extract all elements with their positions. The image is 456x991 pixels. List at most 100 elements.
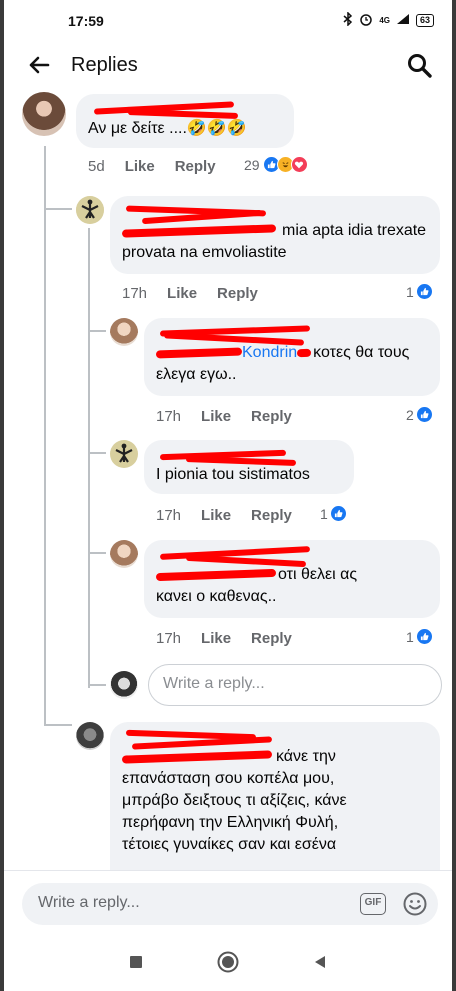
comment-text-line: επανάσταση σου κοπέλα μου,: [122, 770, 335, 787]
reaction-summary[interactable]: 1: [320, 505, 347, 522]
status-icons: 4G 63: [343, 11, 434, 29]
avatar[interactable]: [110, 318, 138, 346]
love-reaction-icon: [290, 156, 308, 173]
mention-redacted[interactable]: [155, 347, 243, 359]
comment-time[interactable]: 5d: [88, 158, 105, 175]
comment-meta: 17h Like Reply: [156, 408, 312, 425]
reaction-summary[interactable]: 1: [406, 628, 433, 645]
like-reaction-icon: [415, 406, 433, 423]
redaction-mark: [127, 109, 239, 119]
comment-text-line: μπράβο δειξτους τι αξίζεις, κάνε: [122, 792, 347, 809]
reply-button[interactable]: Reply: [217, 285, 258, 302]
avatar[interactable]: [110, 540, 138, 568]
reaction-summary[interactable]: 1: [406, 283, 433, 300]
reply-input[interactable]: Write a reply... GIF: [22, 883, 438, 925]
reply-button[interactable]: Reply: [251, 630, 292, 647]
comment-text: I pionia tou sistimatos: [156, 466, 310, 483]
comment-bubble: I pionia tou sistimatos: [144, 440, 354, 494]
comment-meta: 5d Like Reply: [88, 158, 236, 175]
thread-connector: [44, 208, 72, 210]
reaction-count: 1: [406, 628, 414, 645]
mention-redacted[interactable]: [121, 750, 273, 764]
screen: 17:59 4G 63 Replies Αν με δείτε ....🤣🤣🤣 …: [4, 0, 452, 991]
reaction-summary[interactable]: 29: [244, 156, 308, 173]
author-name-redacted[interactable]: [156, 448, 342, 466]
avatar[interactable]: [76, 722, 104, 750]
mention-redacted[interactable]: [155, 568, 277, 581]
comment-text-line: τέτοιες γυναίκες σαν και εσένα: [122, 836, 337, 853]
comment-time[interactable]: 17h: [156, 630, 181, 647]
alarm-icon: [359, 12, 373, 29]
inline-reply-input[interactable]: Write a reply...: [148, 664, 442, 706]
thread-connector: [88, 452, 106, 454]
redaction-mark: [185, 554, 307, 568]
redaction-mark: [297, 348, 312, 358]
reply-button[interactable]: Reply: [251, 507, 292, 524]
comment-bubble: mia apta idia trexate provata na emvolia…: [110, 196, 440, 274]
back-nav-icon[interactable]: [312, 954, 328, 975]
replies-thread: Αν με δείτε ....🤣🤣🤣 5d Like Reply 29 mia…: [4, 90, 452, 870]
page-title: Replies: [71, 54, 138, 76]
signal-4g-icon: 4G: [379, 16, 390, 25]
reply-composer: Write a reply... GIF: [4, 870, 452, 936]
reply-input-placeholder: Write a reply...: [38, 894, 140, 911]
comment-text-line2: κανει ο καθενας..: [156, 588, 277, 605]
comment-bubble: Kondrin κοτες θα τους ελεγα εγω..: [144, 318, 440, 396]
reaction-count: 1: [406, 283, 414, 300]
recents-icon[interactable]: [128, 954, 144, 975]
avatar[interactable]: [110, 440, 138, 468]
comment-time[interactable]: 17h: [156, 408, 181, 425]
like-button[interactable]: Like: [201, 507, 231, 524]
reply-button[interactable]: Reply: [175, 158, 216, 175]
like-reaction-icon: [329, 505, 347, 522]
wifi-icon: [396, 13, 410, 28]
status-bar: 17:59 4G 63: [4, 0, 452, 42]
like-reaction-icon: [415, 283, 433, 300]
thread-line: [88, 228, 90, 688]
system-nav-bar: [4, 936, 452, 991]
search-icon[interactable]: [406, 52, 434, 80]
mention-text[interactable]: Kondrin: [242, 344, 297, 361]
thread-line: [44, 146, 46, 726]
author-name-redacted[interactable]: [156, 546, 428, 568]
comment-time[interactable]: 17h: [156, 507, 181, 524]
comment-bubble: Αν με δείτε ....🤣🤣🤣: [76, 94, 294, 148]
comment-text-line2: ελεγα εγω..: [156, 366, 237, 383]
app-header: Replies: [4, 42, 452, 90]
back-arrow-icon[interactable]: [26, 52, 52, 78]
comment-meta: 17h Like Reply: [122, 285, 278, 302]
comment-meta: 17h Like Reply: [156, 630, 312, 647]
comment-text-line: περήφανη την Ελληνική Φυλή,: [122, 814, 339, 831]
mention-redacted[interactable]: [121, 224, 277, 238]
reaction-count: 1: [320, 505, 328, 522]
reply-button[interactable]: Reply: [251, 408, 292, 425]
comment-bubble: οτι θελει ας κανει ο καθενας..: [144, 540, 440, 618]
reaction-count: 29: [244, 156, 260, 173]
comment-meta: 17h Like Reply: [156, 507, 312, 524]
like-button[interactable]: Like: [201, 630, 231, 647]
thread-connector: [88, 330, 106, 332]
like-button[interactable]: Like: [167, 285, 197, 302]
author-name-redacted[interactable]: [122, 729, 428, 750]
redaction-mark: [185, 456, 297, 466]
comment-bubble: κάνε την επανάσταση σου κοπέλα μου, μπρά…: [110, 722, 440, 870]
avatar[interactable]: [22, 92, 66, 136]
like-button[interactable]: Like: [125, 158, 155, 175]
like-button[interactable]: Like: [201, 408, 231, 425]
gif-button[interactable]: GIF: [360, 893, 386, 915]
comment-text: κάνε την: [276, 748, 336, 765]
author-name-redacted[interactable]: [88, 101, 282, 119]
reaction-summary[interactable]: 2: [406, 406, 433, 423]
home-icon[interactable]: [216, 950, 240, 979]
redaction-mark: [163, 332, 305, 346]
comment-text: κοτες θα τους: [313, 344, 410, 361]
thread-connector: [88, 552, 106, 554]
comment-time[interactable]: 17h: [122, 285, 147, 302]
emoji-icon[interactable]: [402, 891, 428, 917]
avatar[interactable]: [76, 196, 104, 224]
current-user-avatar: [110, 671, 138, 699]
thread-connector: [88, 684, 106, 686]
author-name-redacted[interactable]: [122, 204, 428, 225]
comment-text: οτι θελει ας: [278, 566, 358, 583]
author-name-redacted[interactable]: [156, 325, 428, 346]
